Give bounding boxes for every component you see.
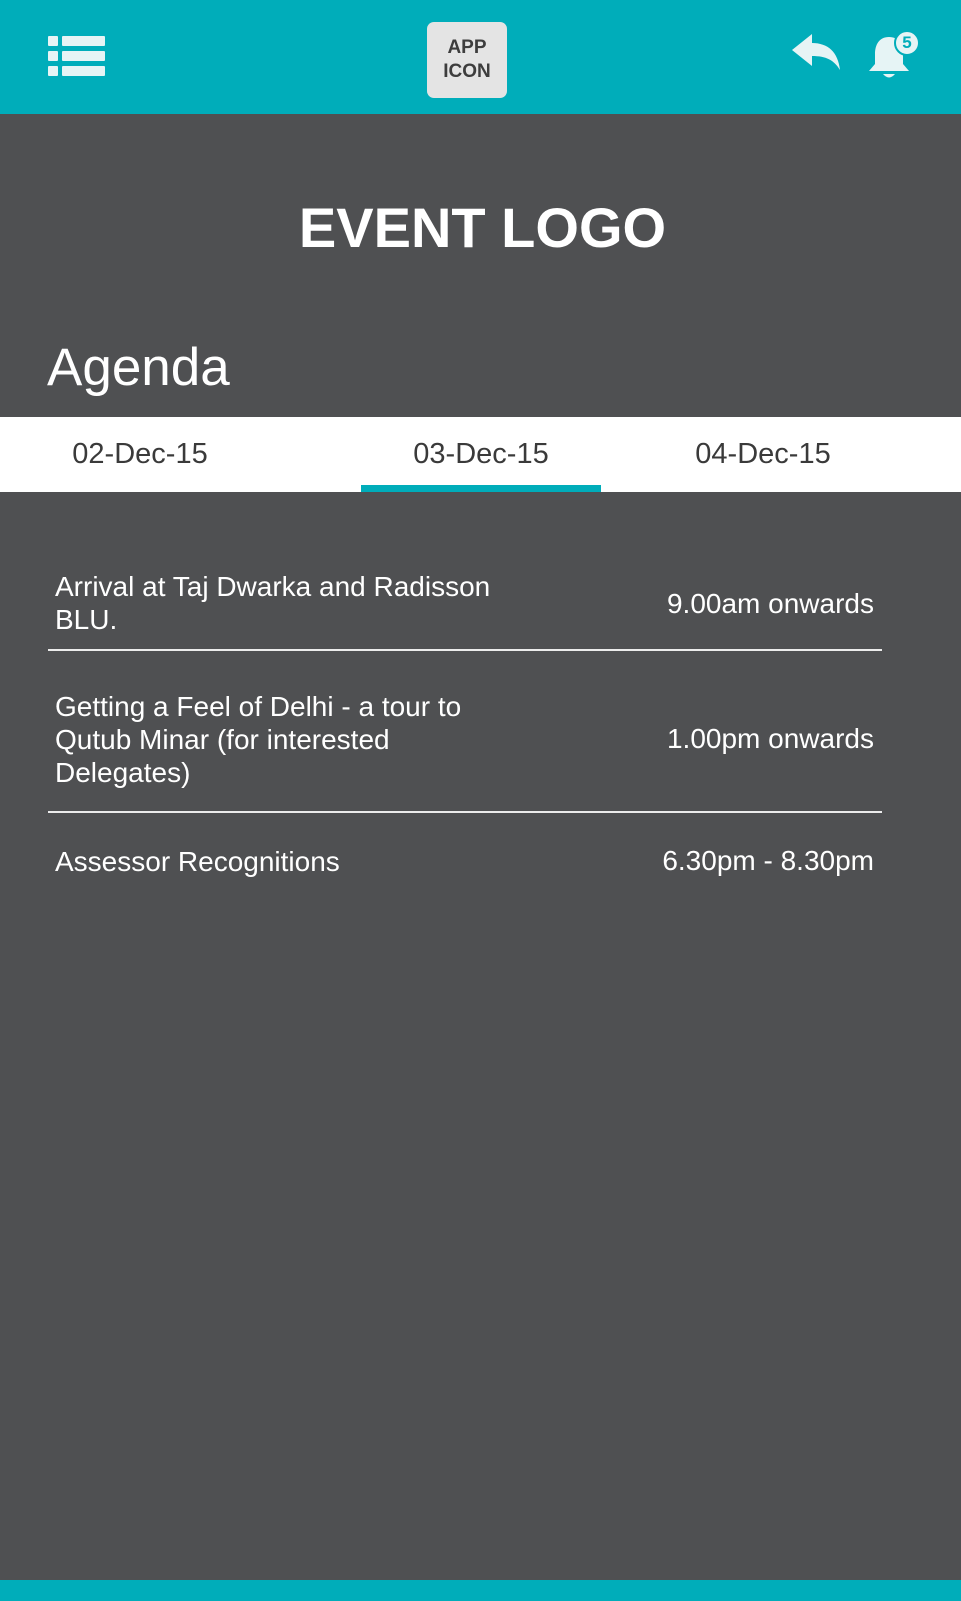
agenda-item-title: Getting a Feel of Delhi - a tour to Qutu… (55, 691, 462, 788)
top-bar: APP ICON 5 (0, 0, 961, 114)
reply-arrow-svg (792, 34, 840, 70)
menu-bullet (48, 51, 58, 61)
app-icon-line1: APP (447, 37, 487, 58)
tab-03-dec-15[interactable]: 03-Dec-15 (361, 417, 601, 492)
tab-02-dec-15[interactable]: 02-Dec-15 (40, 417, 240, 492)
menu-line (62, 66, 105, 76)
bottom-bar (0, 1580, 961, 1601)
agenda-list: Arrival at Taj Dwarka and Radisson BLU. … (48, 565, 882, 883)
event-logo: EVENT LOGO (298, 196, 667, 259)
list-item[interactable]: Arrival at Taj Dwarka and Radisson BLU. … (48, 565, 882, 649)
agenda-item-time: 6.30pm - 8.30pm (662, 845, 874, 876)
app-screen: APP ICON 5 EVENT LOGO Agenda 02-Dec-15 0… (0, 0, 961, 1601)
notification-badge: 5 (894, 30, 920, 56)
date-tabs: 02-Dec-15 03-Dec-15 04-Dec-15 (0, 417, 961, 492)
menu-line (62, 36, 105, 46)
menu-bullet (48, 36, 58, 46)
agenda-item-title: Arrival at Taj Dwarka and Radisson BLU. (55, 571, 491, 635)
reply-arrow-icon[interactable] (790, 34, 842, 74)
list-menu-icon[interactable] (48, 36, 105, 77)
list-item[interactable]: Assessor Recognitions 6.30pm - 8.30pm (48, 813, 882, 883)
app-icon-line2: ICON (443, 61, 491, 82)
agenda-item-title: Assessor Recognitions (55, 846, 340, 877)
menu-line (62, 51, 105, 61)
agenda-item-time: 1.00pm onwards (666, 723, 874, 754)
page-title: Agenda (47, 338, 230, 397)
tab-04-dec-15[interactable]: 04-Dec-15 (663, 417, 863, 492)
app-icon[interactable]: APP ICON (427, 22, 507, 98)
active-tab-indicator (361, 485, 601, 492)
list-item[interactable]: Getting a Feel of Delhi - a tour to Qutu… (48, 651, 882, 811)
agenda-item-time: 9.00am onwards (666, 588, 874, 619)
menu-bullet (48, 66, 58, 76)
bell-icon[interactable]: 5 (866, 30, 922, 82)
